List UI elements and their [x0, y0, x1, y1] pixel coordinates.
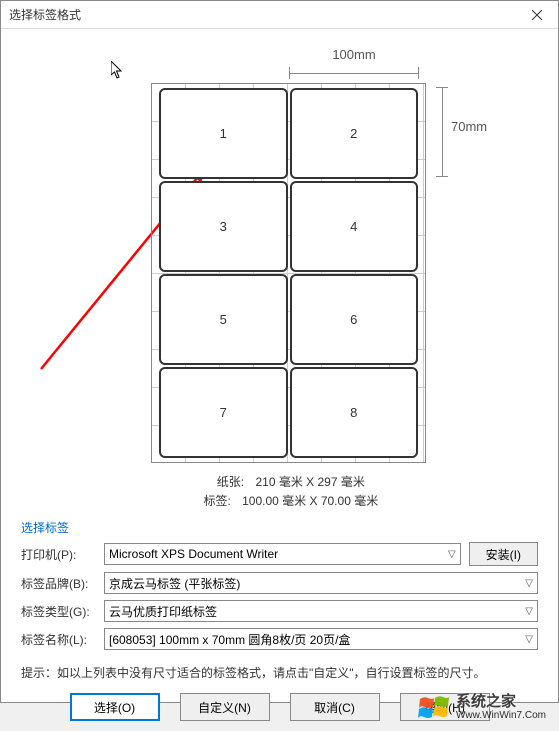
titlebar: 选择标签格式	[1, 1, 558, 29]
brand-label: 标签品牌(B):	[21, 575, 96, 592]
cancel-button[interactable]: 取消(C)	[290, 693, 380, 721]
label-cell[interactable]: 8	[290, 367, 419, 458]
printer-select[interactable]: Microsoft XPS Document Writer ▽	[104, 543, 461, 565]
label-cell[interactable]: 5	[159, 274, 288, 365]
chevron-down-icon: ▽	[525, 606, 533, 617]
height-dimension-label: 70mm	[451, 119, 487, 134]
window-title: 选择标签格式	[9, 6, 81, 23]
select-label-group: 选择标签 打印机(P): Microsoft XPS Document Writ…	[21, 519, 538, 656]
brand-select[interactable]: 京成云马标签 (平张标签) ▽	[104, 572, 538, 594]
type-value: 云马优质打印纸标签	[109, 603, 217, 620]
paper-size-value: 210 毫米 X 297 毫米	[255, 475, 364, 489]
name-value: [608053] 100mm x 70mm 圆角8枚/页 20页/盒	[109, 631, 350, 648]
label-grid: 1 2 3 4 5 6 7 8	[159, 88, 418, 458]
close-button[interactable]	[516, 1, 558, 29]
label-size-label: 标签:	[181, 492, 231, 511]
close-icon	[532, 10, 542, 20]
chevron-down-icon: ▽	[525, 578, 533, 589]
select-button[interactable]: 选择(O)	[70, 693, 160, 721]
name-label: 标签名称(L):	[21, 631, 96, 648]
group-title: 选择标签	[21, 519, 538, 536]
hint-text: 提示：如以上列表中没有尺寸适合的标签格式，请点击"自定义"，自行设置标签的尺寸。	[21, 664, 538, 681]
dialog-buttons: 选择(O) 自定义(N) 取消(C) 帮助(H)	[21, 693, 538, 721]
printer-value: Microsoft XPS Document Writer	[109, 547, 278, 561]
label-cell[interactable]: 6	[290, 274, 419, 365]
type-label: 标签类型(G):	[21, 603, 96, 620]
custom-button[interactable]: 自定义(N)	[180, 693, 270, 721]
chevron-down-icon: ▽	[448, 549, 456, 560]
label-preview: 100mm 70mm 1 2 3 4 5 6 7 8	[21, 39, 538, 469]
page-preview: 1 2 3 4 5 6 7 8	[151, 83, 426, 463]
label-cell[interactable]: 3	[159, 181, 288, 272]
printer-label: 打印机(P):	[21, 546, 96, 563]
label-cell[interactable]: 2	[290, 88, 419, 179]
paper-size-label: 纸张:	[194, 473, 244, 492]
name-select[interactable]: [608053] 100mm x 70mm 圆角8枚/页 20页/盒 ▽	[104, 628, 538, 650]
height-dimension-line	[436, 87, 448, 177]
cursor-icon	[111, 61, 127, 81]
type-select[interactable]: 云马优质打印纸标签 ▽	[104, 600, 538, 622]
label-cell[interactable]: 7	[159, 367, 288, 458]
size-info: 纸张: 210 毫米 X 297 毫米 标签: 100.00 毫米 X 70.0…	[21, 473, 538, 511]
label-cell[interactable]: 4	[290, 181, 419, 272]
help-button[interactable]: 帮助(H)	[400, 693, 490, 721]
label-cell[interactable]: 1	[159, 88, 288, 179]
chevron-down-icon: ▽	[525, 634, 533, 645]
width-dimension-label: 100mm	[289, 47, 419, 62]
width-dimension-line	[289, 67, 419, 79]
dialog-window: 选择标签格式 100mm 70mm 1 2 3 4	[0, 0, 559, 703]
label-size-value: 100.00 毫米 X 70.00 毫米	[242, 494, 378, 508]
content-area: 100mm 70mm 1 2 3 4 5 6 7 8 纸张: 2	[1, 29, 558, 731]
brand-value: 京成云马标签 (平张标签)	[109, 575, 240, 592]
install-button[interactable]: 安装(I)	[469, 542, 538, 566]
